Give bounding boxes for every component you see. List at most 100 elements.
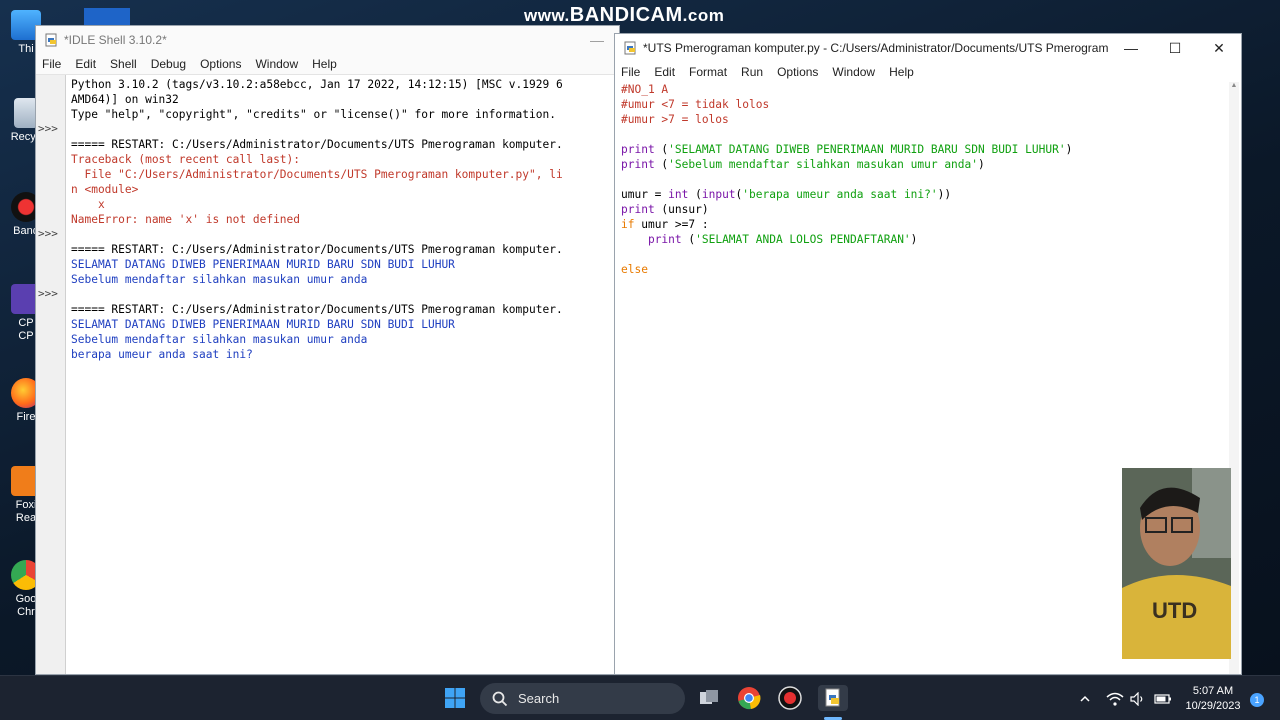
volume-icon[interactable] (1130, 676, 1146, 720)
editor-menu-window[interactable]: Window (832, 65, 875, 79)
editor-menu-file[interactable]: File (621, 65, 640, 79)
code-token: ( (654, 158, 669, 171)
shell-menu-shell[interactable]: Shell (110, 57, 137, 71)
shell-prompt: >>> (38, 287, 58, 300)
code-token: print (647, 233, 682, 246)
bandicam-record-icon[interactable] (777, 685, 803, 711)
shell-title: *IDLE Shell 3.10.2* (64, 33, 167, 47)
code-token: ( (654, 143, 669, 156)
code-token: input (701, 188, 736, 201)
shell-menu-help[interactable]: Help (312, 57, 337, 71)
code-line: if umur >=7 : (621, 217, 1221, 232)
shell-output-line: ===== RESTART: C:/Users/Administrator/Do… (71, 243, 563, 256)
shell-output-line: Sebelum mendaftar silahkan masukan umur … (71, 273, 368, 286)
editor-menu-help[interactable]: Help (889, 65, 914, 79)
editor-minimize-button[interactable]: — (1109, 34, 1153, 62)
code-token: 'SELAMAT DATANG DIWEB PENERIMAAN MURID B… (668, 143, 1066, 156)
shell-output-line: n <module> (71, 183, 139, 196)
shell-output-line: SELAMAT DATANG DIWEB PENERIMAAN MURID BA… (71, 258, 455, 271)
python-file-icon (45, 33, 57, 47)
shell-menu-edit[interactable]: Edit (75, 57, 96, 71)
idle-shell-window: *IDLE Shell 3.10.2* — File Edit Shell De… (35, 25, 620, 675)
shell-output-line: Traceback (most recent call last): (71, 153, 301, 166)
chevron-up-icon (1080, 695, 1090, 702)
shell-output-line: x (71, 198, 105, 211)
code-token: ) (1065, 143, 1073, 156)
webcam-person-image: UTD (1122, 468, 1231, 659)
code-line: #NO_1 A (621, 82, 1221, 97)
wifi-icon[interactable] (1106, 676, 1124, 720)
editor-menu-options[interactable]: Options (777, 65, 818, 79)
code-token: umur = (621, 188, 669, 201)
shell-output-line: Sebelum mendaftar silahkan masukan umur … (71, 333, 368, 346)
code-token: )) (937, 188, 952, 201)
code-line: print ('Sebelum mendaftar silahkan masuk… (621, 157, 1221, 172)
shell-menu-debug[interactable]: Debug (151, 57, 186, 71)
shell-minimize-button[interactable]: — (575, 26, 619, 54)
code-token: 'SELAMAT ANDA LOLOS PENDAFTARAN' (695, 233, 911, 246)
code-token: #umur >7 = lolos (621, 113, 729, 126)
shell-output-line: Type "help", "copyright", "credits" or "… (71, 108, 556, 121)
clock-time: 5:07 AM (1192, 685, 1234, 697)
shell-output-line: NameError: name 'x' is not defined (71, 213, 301, 226)
editor-menu-format[interactable]: Format (689, 65, 727, 79)
bandicam-watermark: www.BANDICAM.com (524, 4, 725, 26)
code-line: print (unsur) (621, 202, 1221, 217)
code-line: print ('SELAMAT ANDA LOLOS PENDAFTARAN') (621, 232, 1221, 247)
code-token: 'berapa umeur anda saat ini?' (742, 188, 938, 201)
shell-output-line: AMD64)] on win32 (71, 93, 179, 106)
shell-output-line: berapa umeur anda saat ini? (71, 348, 253, 361)
battery-icon[interactable] (1154, 676, 1172, 720)
webcam-overlay: UTD (1122, 468, 1231, 659)
taskbar: Search 5:07 AM 10/29/2023 1 (0, 675, 1280, 720)
taskbar-search-box[interactable]: Search (480, 683, 685, 714)
windows-start-icon[interactable] (442, 685, 468, 711)
taskbar-clock[interactable]: 5:07 AM 10/29/2023 (1180, 684, 1246, 714)
search-icon (492, 691, 508, 706)
shell-titlebar[interactable]: *IDLE Shell 3.10.2* — (36, 26, 619, 54)
editor-menubar: File Edit Format Run Options Window Help (615, 62, 1241, 82)
editor-title: *UTS Pmerograman komputer.py - C:/Users/… (643, 41, 1109, 55)
code-editor[interactable]: #NO_1 A #umur <7 = tidak lolos #umur >7 = … (621, 82, 1221, 277)
shell-output-line (71, 227, 616, 242)
shell-output-line: ===== RESTART: C:/Users/Administrator/Do… (71, 138, 563, 151)
code-token: ) (910, 233, 918, 246)
code-token: umur >=7 : (634, 218, 709, 231)
shell-prompt: >>> (38, 122, 58, 135)
editor-menu-run[interactable]: Run (741, 65, 763, 79)
shell-menu-options[interactable]: Options (200, 57, 241, 71)
scroll-up-icon[interactable]: ▲ (1229, 82, 1239, 89)
code-line: else (621, 262, 1221, 277)
editor-close-button[interactable]: ✕ (1197, 34, 1241, 62)
shell-output-line (71, 287, 616, 302)
shell-menu-window[interactable]: Window (255, 57, 298, 71)
notification-badge[interactable]: 1 (1250, 693, 1264, 707)
clock-date: 10/29/2023 (1185, 700, 1241, 712)
svg-text:UTD: UTD (1152, 598, 1197, 623)
shell-menu-file[interactable]: File (42, 57, 61, 71)
code-token: print (621, 143, 655, 156)
shell-output-line: SELAMAT DATANG DIWEB PENERIMAAN MURID BA… (71, 318, 455, 331)
editor-maximize-button[interactable]: ☐ (1153, 34, 1197, 62)
shell-output-line: File "C:/Users/Administrator/Documents/U… (71, 168, 563, 181)
chrome-icon[interactable] (736, 685, 762, 711)
editor-menu-edit[interactable]: Edit (654, 65, 675, 79)
code-token: int (668, 188, 689, 201)
shell-menubar: File Edit Shell Debug Options Window Hel… (36, 54, 619, 74)
shell-output-line: ===== RESTART: C:/Users/Administrator/Do… (71, 303, 563, 316)
code-line: print ('SELAMAT DATANG DIWEB PENERIMAAN … (621, 142, 1221, 157)
task-view-icon[interactable] (696, 685, 722, 711)
editor-titlebar[interactable]: *UTS Pmerograman komputer.py - C:/Users/… (615, 34, 1241, 62)
tray-overflow-button[interactable] (1078, 676, 1092, 720)
code-line: #umur <7 = tidak lolos (621, 97, 1221, 112)
code-token: else (621, 263, 648, 276)
code-token: #umur <7 = tidak lolos (621, 98, 770, 111)
code-token: ( (681, 233, 696, 246)
idle-python-icon[interactable] (818, 685, 848, 711)
code-line: #umur >7 = lolos (621, 112, 1221, 127)
shell-output-area[interactable]: >>> >>> >>> Python 3.10.2 (tags/v3.10.2:… (36, 74, 619, 674)
